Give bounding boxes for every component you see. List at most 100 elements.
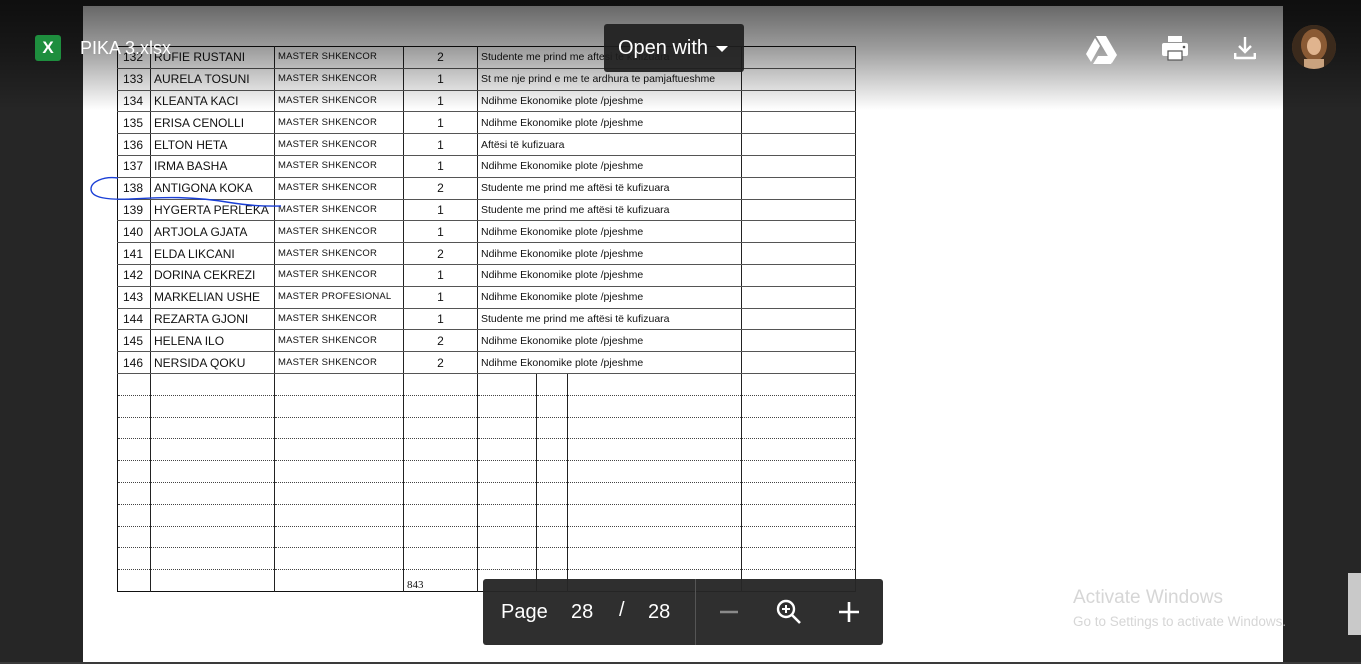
empty-cell [117,504,151,527]
current-page-number[interactable]: 28 [571,600,593,624]
empty-cell [403,547,478,571]
empty-cell [117,482,151,505]
program-cell: MASTER SHKENCOR [274,220,404,244]
empty-cell [274,460,404,483]
empty-cell [150,547,275,571]
empty-cell [477,438,537,462]
empty-cell [150,438,275,462]
table-row: 146 NERSIDA QOKU MASTER SHKENCOR 2 Ndihme Ek… [117,351,856,374]
table-row: 143 MARKELIAN USHE MASTER PROFESIONAL 1 Ndih… [117,286,856,309]
empty-cell [477,526,537,549]
zoom-in-icon[interactable] [773,596,805,628]
name-cell: MARKELIAN USHE [150,286,275,309]
empty-cell [150,569,275,592]
table-row: 137 IRMA BASHA MASTER SHKENCOR 1 Ndihme Ekon… [117,155,856,178]
row-number-cell: 137 [117,155,151,178]
empty-cell [150,526,275,549]
empty-cell [477,482,537,505]
empty-cell [741,482,856,505]
empty-cell [274,373,404,396]
description-cell: Studente me prind me aftësi të kufizuara [477,308,742,331]
open-with-label: Open with [618,37,709,59]
description-cell: Ndihme Ekonomike plote /pjeshme [477,242,742,265]
name-cell: IRMA BASHA [150,155,275,178]
empty-table-row [117,417,856,440]
row-number-cell: 143 [117,286,151,309]
name-cell: HELENA ILO [150,329,275,353]
row-number-cell: 146 [117,351,151,374]
table-row: 136 ELTON HETA MASTER SHKENCOR 1 Aftësi të k… [117,133,856,156]
name-cell: ERISA CENOLLI [150,111,275,135]
empty-table-row [117,482,856,505]
empty-cell [741,199,856,222]
empty-cell [567,526,742,549]
viewer-top-bar: X PIKA 3.xlsx Open with [0,0,1361,110]
scrollbar-thumb[interactable] [1348,573,1361,635]
program-cell: MASTER SHKENCOR [274,199,404,222]
empty-cell [117,395,151,418]
program-cell: MASTER SHKENCOR [274,351,404,374]
empty-cell [536,504,568,527]
empty-cell [741,526,856,549]
page-navigator: Page 28 / 28 [483,579,883,645]
avatar[interactable] [1292,25,1336,69]
google-drive-icon[interactable] [1084,31,1118,65]
empty-cell [403,482,478,505]
empty-cell [536,395,568,418]
empty-cell [477,373,537,396]
empty-cell [741,460,856,483]
count-cell: 2 [403,242,478,265]
description-cell: Ndihme Ekonomike plote /pjeshme [477,329,742,353]
empty-cell [403,395,478,418]
empty-cell [536,373,568,396]
count-cell: 1 [403,133,478,156]
pager-divider [695,579,696,645]
empty-cell [274,569,404,592]
count-cell: 2 [403,177,478,200]
description-cell: Studente me prind me aftësi të kufizuara [477,199,742,222]
description-cell: Ndihme Ekonomike plote /pjeshme [477,155,742,178]
page-label: Page [501,601,548,623]
name-cell: NERSIDA QOKU [150,351,275,374]
download-icon[interactable] [1228,31,1262,65]
count-cell: 1 [403,286,478,309]
program-cell: MASTER PROFESIONAL [274,286,404,309]
description-cell: Ndihme Ekonomike plote /pjeshme [477,220,742,244]
description-cell: Ndihme Ekonomike plote /pjeshme [477,264,742,287]
empty-cell [117,460,151,483]
open-with-button[interactable]: Open with [604,24,744,72]
zoom-out-icon[interactable] [713,596,745,628]
name-cell: ELDA LIKCANI [150,242,275,265]
empty-cell [741,504,856,527]
empty-cell [536,460,568,483]
empty-table-row [117,460,856,483]
program-cell: MASTER SHKENCOR [274,264,404,287]
empty-cell [117,526,151,549]
table-row: 141 ELDA LIKCANI MASTER SHKENCOR 2 Ndihme Ek… [117,242,856,265]
row-number-cell: 139 [117,199,151,222]
empty-cell [150,460,275,483]
file-title: PIKA 3.xlsx [80,38,172,58]
name-cell: ELTON HETA [150,133,275,156]
page-separator: / [619,599,625,621]
empty-cell [741,220,856,244]
chevron-down-icon [716,45,729,52]
empty-cell [117,417,151,440]
empty-cell [567,460,742,483]
empty-table-row [117,504,856,527]
program-cell: MASTER SHKENCOR [274,133,404,156]
program-cell: MASTER SHKENCOR [274,155,404,178]
watermark-title: Activate Windows [1073,587,1223,608]
plus-icon[interactable] [833,596,865,628]
table-row: 142 DORINA CEKREZI MASTER SHKENCOR 1 Ndihme … [117,264,856,287]
table-row: 135 ERISA CENOLLI MASTER SHKENCOR 1 Ndihme E… [117,111,856,135]
empty-table-row [117,526,856,549]
empty-cell [567,395,742,418]
empty-cell [536,417,568,440]
empty-cell [117,438,151,462]
empty-cell [274,547,404,571]
print-icon[interactable] [1158,31,1192,65]
empty-cell [741,242,856,265]
table-row: 138 ANTIGONA KOKA MASTER SHKENCOR 2 Studente… [117,177,856,200]
description-cell: Ndihme Ekonomike plote /pjeshme [477,286,742,309]
